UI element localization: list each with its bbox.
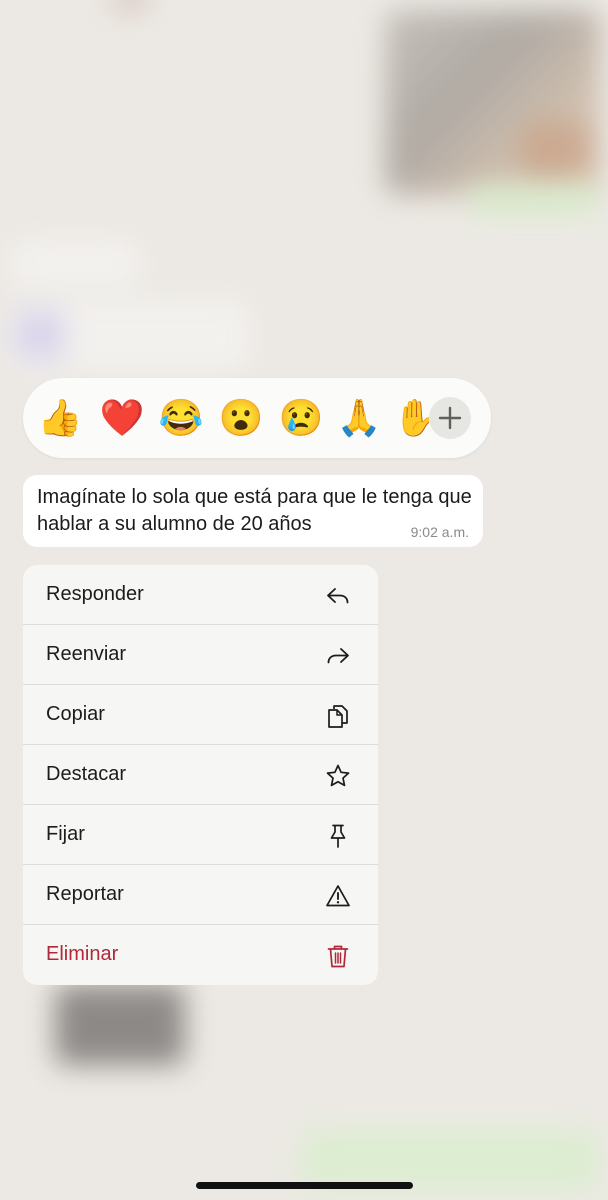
blurred-photo [55, 985, 185, 1065]
menu-item-pin[interactable]: Fijar [23, 805, 378, 865]
plus-icon [438, 406, 462, 430]
raised-hand-icon[interactable]: ✋ [393, 395, 429, 441]
blurred-shape [520, 120, 590, 180]
menu-item-label: Copiar [46, 703, 105, 725]
menu-item-delete[interactable]: Eliminar [23, 925, 378, 985]
message-timestamp: 9:02 a.m. [410, 524, 469, 540]
heart-icon[interactable]: ❤️ [99, 395, 145, 441]
context-menu: Responder Reenviar Copiar Destacar Fijar [23, 565, 378, 985]
reaction-bar: 👍 ❤️ 😂 😮 😢 🙏 ✋ [23, 378, 491, 458]
blurred-bubble [300, 1130, 600, 1190]
menu-item-forward[interactable]: Reenviar [23, 625, 378, 685]
menu-item-label: Reportar [46, 883, 124, 905]
thumbs-up-icon[interactable]: 👍 [37, 395, 83, 441]
menu-item-label: Reenviar [46, 643, 127, 665]
reply-icon [327, 588, 349, 604]
pin-icon [330, 824, 346, 848]
menu-item-label: Responder [46, 583, 144, 605]
menu-item-reply[interactable]: Responder [23, 565, 378, 625]
crying-face-icon[interactable]: 😢 [278, 395, 324, 441]
more-reactions-button[interactable] [429, 397, 471, 439]
menu-item-label: Fijar [46, 823, 85, 845]
menu-item-star[interactable]: Destacar [23, 745, 378, 805]
menu-item-label: Eliminar [46, 943, 119, 965]
blurred-bubble [10, 240, 140, 290]
surprised-face-icon[interactable]: 😮 [218, 395, 264, 441]
warning-icon [326, 885, 350, 907]
blurred-shape [15, 310, 65, 360]
menu-item-report[interactable]: Reportar [23, 865, 378, 925]
menu-item-label: Destacar [46, 763, 127, 785]
blurred-shape [110, 0, 150, 10]
home-indicator[interactable] [196, 1182, 413, 1189]
forward-icon [327, 648, 349, 664]
tears-of-joy-icon[interactable]: 😂 [158, 395, 204, 441]
menu-item-copy[interactable]: Copiar [23, 685, 378, 745]
blurred-bubble [470, 185, 600, 215]
folded-hands-icon[interactable]: 🙏 [336, 395, 382, 441]
trash-icon [327, 945, 349, 968]
message-bubble[interactable]: Imagínate lo sola que está para que le t… [23, 475, 483, 547]
copy-icon [328, 705, 348, 728]
star-icon [326, 764, 350, 787]
